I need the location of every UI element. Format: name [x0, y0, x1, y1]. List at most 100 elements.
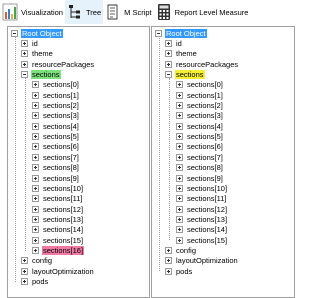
expand-icon[interactable]: [176, 215, 183, 223]
expand-icon[interactable]: [32, 143, 39, 151]
report-level-measure-tab[interactable]: Report Level Measure: [154, 0, 251, 24]
expand-icon[interactable]: [165, 39, 172, 47]
tree-node-resourcepackages[interactable]: resourcePackages: [21, 59, 95, 69]
tree-node-section-item[interactable]: sections[2]: [32, 100, 80, 110]
tree-node-section-item[interactable]: sections[6]: [176, 142, 224, 152]
expand-icon[interactable]: [21, 257, 28, 265]
expand-icon[interactable]: [176, 122, 183, 130]
tree-node-section-item[interactable]: sections[5]: [32, 132, 80, 142]
tree-node-config[interactable]: config: [165, 245, 197, 255]
tree-node-section-item[interactable]: sections[16]: [32, 245, 85, 255]
tree-node-resourcepackages[interactable]: resourcePackages: [165, 59, 239, 69]
tree-node-section-item[interactable]: sections[6]: [32, 142, 80, 152]
tree-node-section-item[interactable]: sections[1]: [32, 90, 80, 100]
tree-node-section-item[interactable]: sections[9]: [32, 173, 80, 183]
tree-node-sections[interactable]: sections: [165, 69, 205, 80]
expand-icon[interactable]: [176, 153, 183, 161]
tree-node-section-item[interactable]: sections[7]: [32, 152, 80, 162]
expand-icon[interactable]: [32, 112, 39, 120]
tree-node-section-item[interactable]: sections[14]: [32, 225, 84, 235]
tree-node-section-item[interactable]: sections[1]: [176, 90, 224, 100]
expand-icon[interactable]: [165, 246, 172, 254]
expand-icon[interactable]: [176, 195, 183, 203]
tree-node-section-item[interactable]: sections[15]: [32, 235, 84, 245]
expand-icon[interactable]: [32, 205, 39, 213]
tree-node-root[interactable]: Root Object: [155, 28, 207, 38]
expand-icon[interactable]: [21, 39, 28, 47]
m-script-tab[interactable]: M Script: [103, 0, 154, 24]
collapse-icon[interactable]: [165, 71, 172, 79]
expand-icon[interactable]: [176, 236, 183, 244]
collapse-icon[interactable]: [11, 29, 18, 37]
expand-icon[interactable]: [176, 184, 183, 192]
expand-icon[interactable]: [176, 133, 183, 141]
tree-node-section-item[interactable]: sections[13]: [176, 214, 228, 224]
collapse-icon[interactable]: [21, 71, 28, 79]
expand-icon[interactable]: [32, 164, 39, 172]
expand-icon[interactable]: [32, 195, 39, 203]
expand-icon[interactable]: [176, 143, 183, 151]
expand-icon[interactable]: [176, 91, 183, 99]
tree-node-theme[interactable]: theme: [21, 49, 54, 59]
tree-node-section-item[interactable]: sections[7]: [176, 152, 224, 162]
expand-icon[interactable]: [176, 81, 183, 89]
tree-node-section-item[interactable]: sections[14]: [176, 225, 228, 235]
tree-node-section-item[interactable]: sections[8]: [32, 163, 80, 173]
expand-icon[interactable]: [176, 205, 183, 213]
visualization-tab[interactable]: Visualization: [0, 0, 65, 24]
tree-node-layoutoptimization[interactable]: layoutOptimization: [21, 266, 95, 276]
tree-node-section-item[interactable]: sections[12]: [176, 204, 228, 214]
tree-node-section-item[interactable]: sections[9]: [176, 173, 224, 183]
expand-icon[interactable]: [165, 50, 172, 58]
expand-icon[interactable]: [176, 112, 183, 120]
expand-icon[interactable]: [165, 267, 172, 275]
left-tree-panel[interactable]: Root Object id theme resourcePackages sectio…: [7, 26, 150, 298]
tree-node-section-item[interactable]: sections[2]: [176, 100, 224, 110]
tree-node-theme[interactable]: theme: [165, 49, 198, 59]
expand-icon[interactable]: [32, 102, 39, 110]
expand-icon[interactable]: [176, 102, 183, 110]
expand-icon[interactable]: [21, 50, 28, 58]
tree-node-pods[interactable]: pods: [165, 266, 193, 276]
tree-tab[interactable]: Tree: [64, 0, 104, 24]
expand-icon[interactable]: [32, 174, 39, 182]
tree-node-section-item[interactable]: sections[0]: [32, 80, 80, 90]
expand-icon[interactable]: [176, 174, 183, 182]
expand-icon[interactable]: [165, 60, 172, 68]
tree-node-section-item[interactable]: sections[11]: [32, 194, 83, 204]
tree-node-sections[interactable]: sections: [21, 69, 61, 80]
tree-node-section-item[interactable]: sections[12]: [32, 204, 84, 214]
expand-icon[interactable]: [21, 278, 28, 286]
expand-icon[interactable]: [21, 267, 28, 275]
expand-icon[interactable]: [32, 236, 39, 244]
expand-icon[interactable]: [32, 184, 39, 192]
expand-icon[interactable]: [32, 91, 39, 99]
tree-node-id[interactable]: id: [21, 38, 39, 48]
tree-node-pods[interactable]: pods: [21, 276, 49, 286]
tree-node-section-item[interactable]: sections[10]: [32, 183, 84, 193]
expand-icon[interactable]: [32, 81, 39, 89]
tree-node-layoutoptimization[interactable]: layoutOptimization: [165, 256, 239, 266]
tree-node-section-item[interactable]: sections[3]: [176, 111, 224, 121]
tree-node-section-item[interactable]: sections[3]: [32, 111, 80, 121]
expand-icon[interactable]: [176, 164, 183, 172]
tree-node-root[interactable]: Root Object: [11, 28, 63, 38]
tree-node-section-item[interactable]: sections[11]: [176, 194, 227, 204]
expand-icon[interactable]: [32, 226, 39, 234]
tree-node-section-item[interactable]: sections[8]: [176, 163, 224, 173]
tree-node-section-item[interactable]: sections[10]: [176, 183, 228, 193]
expand-icon[interactable]: [176, 226, 183, 234]
expand-icon[interactable]: [21, 60, 28, 68]
expand-icon[interactable]: [32, 133, 39, 141]
expand-icon[interactable]: [32, 246, 39, 254]
expand-icon[interactable]: [32, 215, 39, 223]
tree-node-section-item[interactable]: sections[4]: [32, 121, 80, 131]
expand-icon[interactable]: [32, 153, 39, 161]
right-tree-panel[interactable]: Root Object id theme resourcePackages sectio…: [151, 26, 295, 298]
expand-icon[interactable]: [165, 257, 172, 265]
tree-node-section-item[interactable]: sections[15]: [176, 235, 228, 245]
collapse-icon[interactable]: [155, 29, 162, 37]
tree-node-section-item[interactable]: sections[13]: [32, 214, 84, 224]
tree-node-id[interactable]: id: [165, 38, 183, 48]
tree-node-section-item[interactable]: sections[5]: [176, 132, 224, 142]
